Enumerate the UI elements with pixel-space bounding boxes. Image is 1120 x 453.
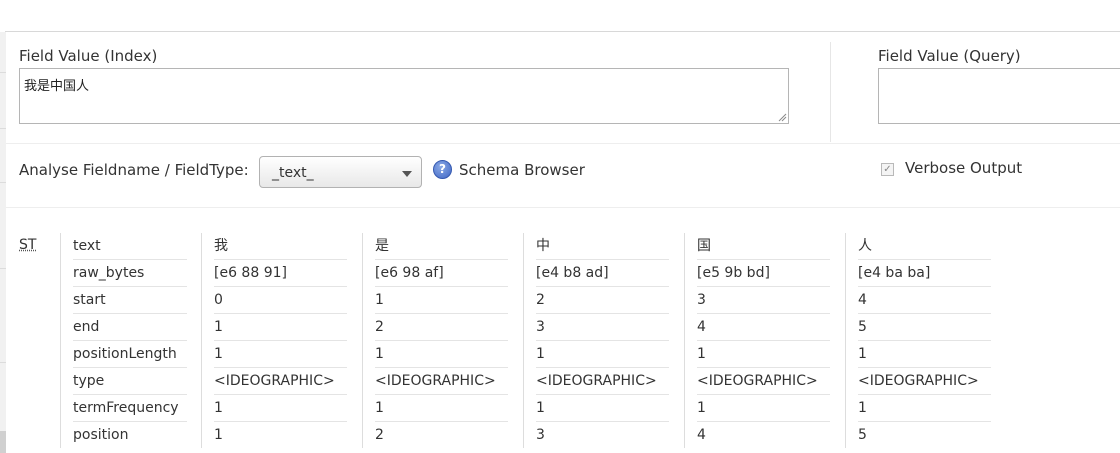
cell-separator bbox=[858, 313, 991, 314]
cell-separator bbox=[697, 313, 830, 314]
help-icon[interactable]: ? bbox=[433, 160, 452, 179]
field-column-divider bbox=[830, 42, 831, 142]
cell-separator bbox=[214, 286, 347, 287]
query-field-textarea[interactable] bbox=[878, 68, 1120, 124]
verbose-output-label: Verbose Output bbox=[905, 159, 1023, 177]
cell-separator bbox=[697, 286, 830, 287]
token-1-text: 我 bbox=[214, 238, 228, 254]
token-4-raw_bytes: [e5 9b bd] bbox=[697, 265, 770, 281]
column-divider bbox=[523, 233, 524, 448]
stage-abbreviation[interactable]: ST bbox=[19, 237, 36, 253]
cell-separator bbox=[858, 421, 991, 422]
token-1-raw_bytes: [e6 88 91] bbox=[214, 265, 287, 281]
cell-separator bbox=[697, 394, 830, 395]
section-divider bbox=[6, 207, 1120, 208]
schema-browser-link[interactable]: Schema Browser bbox=[459, 161, 585, 179]
column-divider bbox=[60, 233, 61, 448]
fieldtype-selected-value: _text_ bbox=[272, 165, 314, 181]
token-2-type: <IDEOGRAPHIC> bbox=[375, 373, 496, 389]
cell-separator bbox=[858, 394, 991, 395]
column-divider bbox=[201, 233, 202, 448]
verbose-output-checkbox[interactable]: ✓ bbox=[881, 163, 894, 176]
token-4-start: 3 bbox=[697, 292, 706, 308]
index-field-value: 我是中国人 bbox=[24, 79, 90, 94]
token-5-end: 5 bbox=[858, 319, 867, 335]
token-2-text: 是 bbox=[375, 238, 389, 254]
cell-separator bbox=[375, 421, 508, 422]
cell-separator bbox=[858, 286, 991, 287]
analyse-fieldname-label: Analyse Fieldname / FieldType: bbox=[19, 161, 249, 179]
cell-separator bbox=[536, 286, 669, 287]
cell-separator bbox=[697, 340, 830, 341]
token-3-termfrequency: 1 bbox=[536, 400, 545, 416]
token-5-start: 4 bbox=[858, 292, 867, 308]
cell-separator bbox=[536, 313, 669, 314]
token-1-type: <IDEOGRAPHIC> bbox=[214, 373, 335, 389]
cell-separator bbox=[214, 394, 347, 395]
cell-separator bbox=[214, 421, 347, 422]
token-2-termfrequency: 1 bbox=[375, 400, 384, 416]
row-label-text: text bbox=[73, 238, 101, 254]
token-3-position: 3 bbox=[536, 427, 545, 443]
token-4-end: 4 bbox=[697, 319, 706, 335]
cell-separator bbox=[214, 340, 347, 341]
token-3-text: 中 bbox=[536, 238, 550, 254]
token-5-type: <IDEOGRAPHIC> bbox=[858, 373, 979, 389]
row-label-start: start bbox=[73, 292, 106, 308]
cell-separator bbox=[536, 421, 669, 422]
token-1-positionlength: 1 bbox=[214, 346, 223, 362]
top-divider bbox=[5, 31, 1120, 32]
token-2-position: 2 bbox=[375, 427, 384, 443]
token-3-positionlength: 1 bbox=[536, 346, 545, 362]
token-2-start: 1 bbox=[375, 292, 384, 308]
token-5-termfrequency: 1 bbox=[858, 400, 867, 416]
cell-separator bbox=[375, 313, 508, 314]
row-label-position: position bbox=[73, 427, 129, 443]
index-field-textarea[interactable]: 我是中国人 bbox=[19, 68, 789, 124]
fieldtype-select[interactable]: _text_ bbox=[259, 156, 422, 188]
token-1-end: 1 bbox=[214, 319, 223, 335]
row-label-raw_bytes: raw_bytes bbox=[73, 265, 145, 281]
cell-separator bbox=[375, 340, 508, 341]
token-1-position: 1 bbox=[214, 427, 223, 443]
column-divider bbox=[845, 233, 846, 448]
cell-separator bbox=[536, 340, 669, 341]
row-label-termfrequency: termFrequency bbox=[73, 400, 179, 416]
token-3-end: 3 bbox=[536, 319, 545, 335]
row-label-end: end bbox=[73, 319, 100, 335]
token-2-raw_bytes: [e6 98 af] bbox=[375, 265, 444, 281]
chevron-down-icon bbox=[402, 171, 412, 177]
cell-separator bbox=[375, 394, 508, 395]
query-field-label: Field Value (Query) bbox=[878, 47, 1021, 65]
token-3-start: 2 bbox=[536, 292, 545, 308]
token-1-termfrequency: 1 bbox=[214, 400, 223, 416]
token-4-termfrequency: 1 bbox=[697, 400, 706, 416]
token-4-positionlength: 1 bbox=[697, 346, 706, 362]
cell-separator bbox=[214, 313, 347, 314]
column-divider bbox=[684, 233, 685, 448]
cell-separator bbox=[536, 394, 669, 395]
cell-separator bbox=[697, 421, 830, 422]
token-1-start: 0 bbox=[214, 292, 223, 308]
cell-separator bbox=[858, 340, 991, 341]
column-divider bbox=[362, 233, 363, 448]
section-divider bbox=[6, 143, 1120, 144]
token-5-position: 5 bbox=[858, 427, 867, 443]
row-label-type: type bbox=[73, 373, 105, 389]
token-5-positionlength: 1 bbox=[858, 346, 867, 362]
token-3-type: <IDEOGRAPHIC> bbox=[536, 373, 657, 389]
token-2-positionlength: 1 bbox=[375, 346, 384, 362]
token-3-raw_bytes: [e4 b8 ad] bbox=[536, 265, 609, 281]
token-4-type: <IDEOGRAPHIC> bbox=[697, 373, 818, 389]
left-navigation-edge bbox=[0, 32, 6, 453]
token-2-end: 2 bbox=[375, 319, 384, 335]
token-5-raw_bytes: [e4 ba ba] bbox=[858, 265, 931, 281]
resize-grip-icon[interactable] bbox=[778, 113, 787, 122]
index-field-label: Field Value (Index) bbox=[19, 47, 158, 65]
token-5-text: 人 bbox=[858, 238, 872, 254]
cell-separator bbox=[375, 286, 508, 287]
token-4-position: 4 bbox=[697, 427, 706, 443]
row-label-positionlength: positionLength bbox=[73, 346, 177, 362]
token-4-text: 国 bbox=[697, 238, 711, 254]
